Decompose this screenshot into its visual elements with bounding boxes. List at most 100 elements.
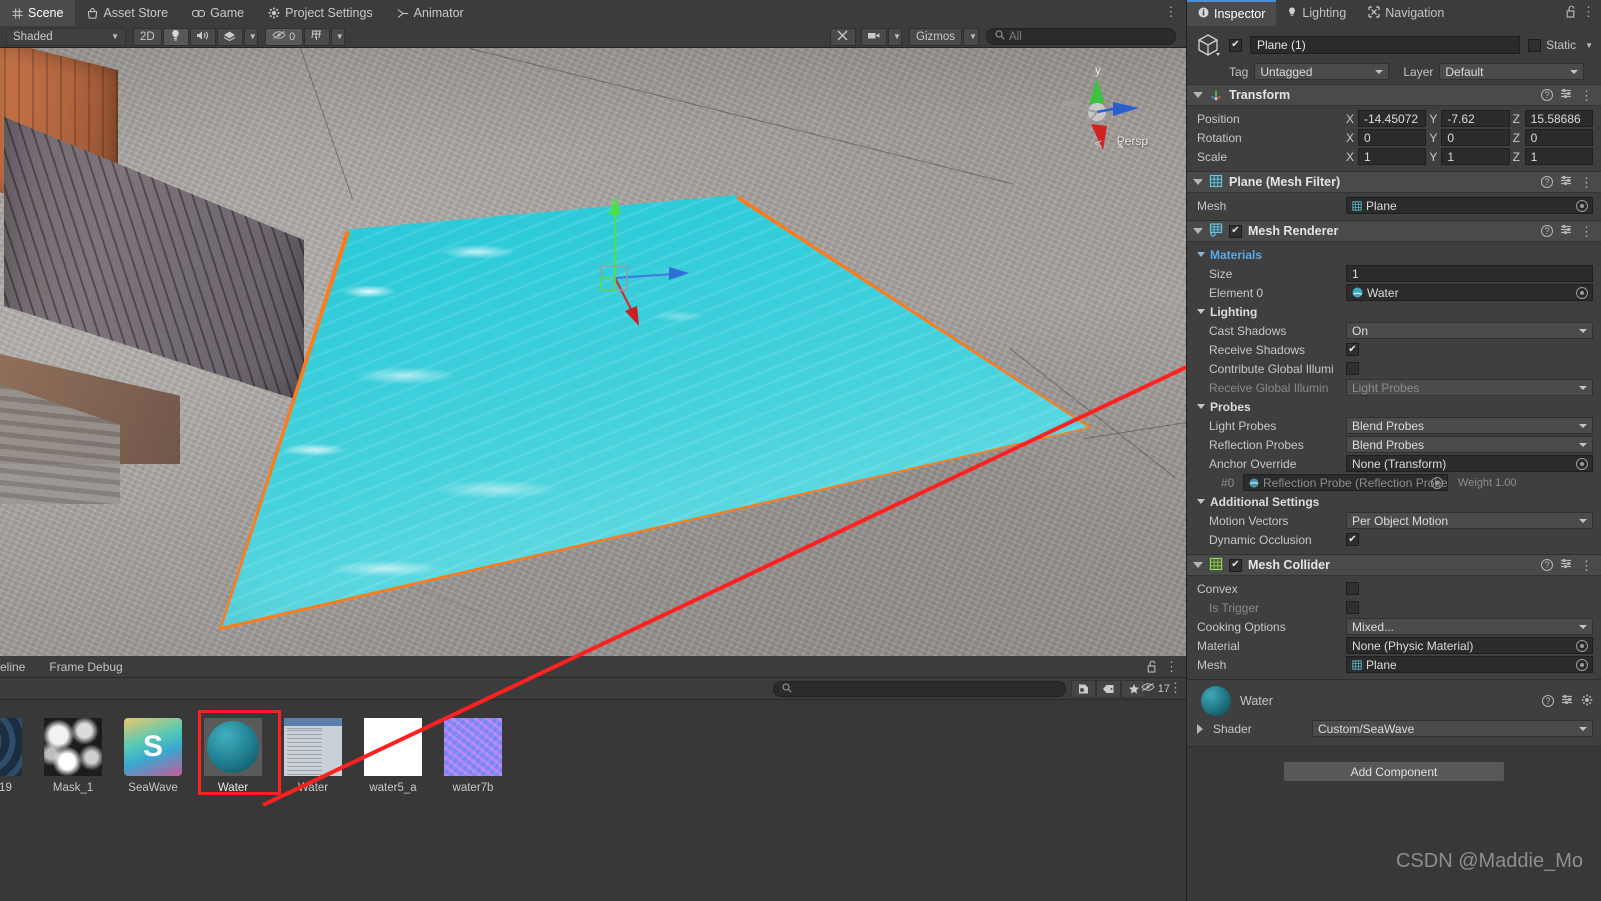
object-picker-icon[interactable] xyxy=(1576,457,1588,470)
mesh-object-field[interactable]: Plane xyxy=(1346,197,1593,214)
gizmos-button[interactable]: Gizmos xyxy=(909,27,962,46)
scale-x-input[interactable]: 1 xyxy=(1358,148,1427,165)
project-panel-menu[interactable]: ⋮ xyxy=(1165,659,1178,675)
object-picker-icon[interactable] xyxy=(1576,286,1588,299)
asset-item-water7b[interactable]: water7b xyxy=(444,718,502,794)
chevron-down-icon[interactable] xyxy=(1197,404,1205,409)
tab-inspector[interactable]: Inspector xyxy=(1187,0,1277,26)
chevron-down-icon[interactable] xyxy=(1193,92,1203,98)
help-icon[interactable]: ? xyxy=(1541,176,1553,188)
help-icon[interactable]: ? xyxy=(1541,559,1553,571)
chevron-down-icon[interactable] xyxy=(1197,499,1205,504)
cast-shadows-dropdown[interactable]: On xyxy=(1346,322,1593,339)
motion-vectors-dropdown[interactable]: Per Object Motion xyxy=(1346,512,1593,529)
scene-lighting-toggle[interactable] xyxy=(162,27,189,46)
preset-icon[interactable] xyxy=(1560,88,1573,102)
preset-icon[interactable] xyxy=(1560,558,1573,572)
component-header[interactable]: Mesh Renderer ? ⋮ xyxy=(1187,221,1601,242)
scene-fx-toggle[interactable] xyxy=(216,27,243,46)
position-y-input[interactable]: -7.62 xyxy=(1441,110,1510,127)
anchor-override-object-field[interactable]: None (Transform) xyxy=(1346,455,1593,472)
chevron-down-icon[interactable] xyxy=(1197,309,1205,314)
probes-section-header[interactable]: Probes xyxy=(1187,397,1601,416)
component-menu[interactable]: ⋮ xyxy=(1580,176,1593,189)
save-search-icon[interactable] xyxy=(1071,680,1096,698)
object-picker-icon[interactable] xyxy=(1576,199,1588,212)
layer-dropdown[interactable]: Default xyxy=(1439,63,1585,80)
project-search-input[interactable] xyxy=(773,681,1066,697)
grid-dropdown[interactable]: ▼ xyxy=(330,27,345,46)
cooking-options-dropdown[interactable]: Mixed... xyxy=(1346,618,1593,635)
grid-visibility-toggle[interactable] xyxy=(303,27,330,46)
hidden-objects-toggle[interactable]: 0 xyxy=(264,27,303,46)
gameobject-enabled-checkbox[interactable] xyxy=(1229,38,1242,52)
scene-tools-button[interactable] xyxy=(830,27,857,46)
scene-view[interactable]: y x < Persp xyxy=(0,48,1186,656)
rotation-z-input[interactable]: 0 xyxy=(1524,129,1593,146)
object-picker-icon[interactable] xyxy=(1431,476,1443,489)
preset-icon[interactable] xyxy=(1560,175,1573,189)
label-icon[interactable] xyxy=(1096,680,1121,698)
rotation-x-input[interactable]: 0 xyxy=(1358,129,1427,146)
component-menu[interactable]: ⋮ xyxy=(1580,89,1593,102)
dynamic-occlusion-checkbox[interactable] xyxy=(1346,533,1359,546)
add-component-button[interactable]: Add Component xyxy=(1283,761,1505,782)
gizmos-dropdown[interactable]: ▼ xyxy=(963,27,979,46)
collider-mesh-object-field[interactable]: Plane xyxy=(1346,656,1593,673)
tab-scene[interactable]: Scene xyxy=(0,0,76,26)
tab-game[interactable]: Game xyxy=(180,0,256,26)
asset-item-seawave[interactable]: S SeaWave xyxy=(124,718,182,794)
scale-y-input[interactable]: 1 xyxy=(1441,148,1510,165)
tab-profiler-timeline[interactable]: eline xyxy=(0,656,37,678)
tab-navigation[interactable]: Navigation xyxy=(1357,0,1455,26)
preset-icon[interactable] xyxy=(1561,694,1574,708)
object-picker-icon[interactable] xyxy=(1576,658,1588,671)
scale-z-input[interactable]: 1 xyxy=(1524,148,1593,165)
perspective-toggle-arrow[interactable]: < xyxy=(1094,136,1102,151)
chevron-down-icon[interactable] xyxy=(1193,228,1203,234)
preset-icon[interactable] xyxy=(1560,224,1573,238)
chevron-down-icon[interactable] xyxy=(1193,562,1203,568)
help-icon[interactable]: ? xyxy=(1541,89,1553,101)
scene-orientation-gizmo[interactable]: y x xyxy=(1051,58,1146,168)
light-probes-dropdown[interactable]: Blend Probes xyxy=(1346,417,1593,434)
static-checkbox[interactable] xyxy=(1528,38,1542,52)
inspector-menu[interactable]: ⋮ xyxy=(1582,4,1595,20)
project-asset-grid[interactable]: ient_19 Mask_1 S SeaWave Water Water xyxy=(0,700,1186,901)
mesh-renderer-enabled-checkbox[interactable] xyxy=(1229,224,1242,238)
asset-item-water5a[interactable]: water5_a xyxy=(364,718,422,794)
component-menu[interactable]: ⋮ xyxy=(1580,559,1593,572)
lighting-section-header[interactable]: Lighting xyxy=(1187,302,1601,321)
rotation-y-input[interactable]: 0 xyxy=(1441,129,1510,146)
gear-icon[interactable] xyxy=(1581,694,1593,709)
contribute-gi-checkbox[interactable] xyxy=(1346,362,1359,375)
component-menu[interactable]: ⋮ xyxy=(1580,225,1593,238)
reflection-probes-dropdown[interactable]: Blend Probes xyxy=(1346,436,1593,453)
lock-open-icon[interactable] xyxy=(1566,5,1577,21)
material-element0-object-field[interactable]: Water xyxy=(1346,284,1593,301)
help-icon[interactable]: ? xyxy=(1541,225,1553,237)
chevron-right-icon[interactable] xyxy=(1197,723,1203,734)
scene-audio-toggle[interactable] xyxy=(189,27,216,46)
shader-dropdown[interactable]: Custom/SeaWave xyxy=(1312,720,1593,737)
materials-size-input[interactable]: 1 xyxy=(1346,265,1593,282)
component-header[interactable]: Plane (Mesh Filter) ? ⋮ xyxy=(1187,172,1601,193)
transform-gizmo[interactable] xyxy=(585,173,715,363)
chevron-down-icon[interactable] xyxy=(1197,252,1205,257)
chevron-down-icon[interactable]: ▼ xyxy=(1585,41,1593,50)
editor-overflow-menu[interactable]: ⋮ xyxy=(1164,4,1178,22)
reflection-probe-object-field[interactable]: Reflection Probe (Reflection Probe) xyxy=(1243,474,1448,491)
receive-shadows-checkbox[interactable] xyxy=(1346,343,1359,356)
project-toolbar-menu[interactable]: ⋮ xyxy=(1169,680,1182,696)
position-z-input[interactable]: 15.58686 xyxy=(1524,110,1593,127)
scene-camera-button[interactable] xyxy=(861,27,888,46)
component-header[interactable]: Mesh Collider ? ⋮ xyxy=(1187,555,1601,576)
lock-open-icon[interactable] xyxy=(1147,660,1158,676)
tab-animator[interactable]: Animator xyxy=(385,0,476,26)
toggle-2d-button[interactable]: 2D xyxy=(133,27,162,46)
tab-lighting[interactable]: Lighting xyxy=(1276,0,1357,26)
gameobject-name-input[interactable]: Plane (1) xyxy=(1250,36,1521,54)
tag-dropdown[interactable]: Untagged xyxy=(1254,63,1390,80)
perspective-label[interactable]: Persp xyxy=(1117,134,1148,148)
asset-item-water-material[interactable]: Water xyxy=(204,718,262,794)
